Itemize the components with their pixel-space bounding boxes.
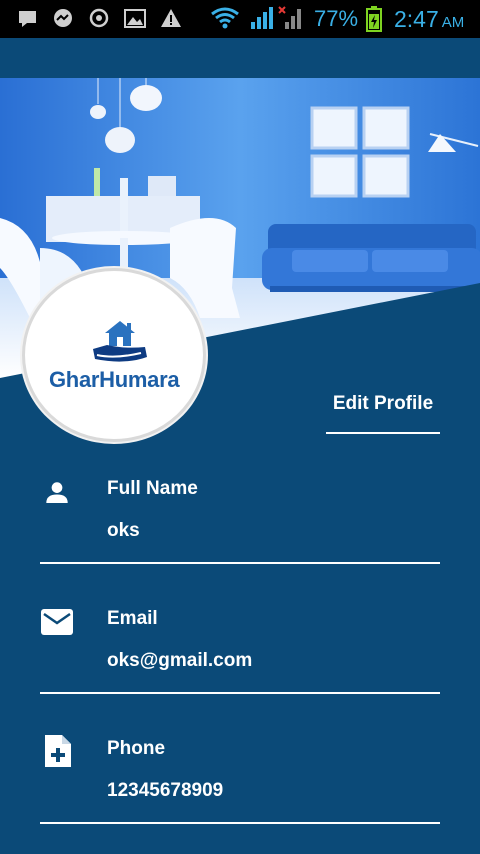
battery-percent: 77% [314, 6, 359, 31]
messenger-icon [54, 9, 72, 27]
wifi-icon [211, 7, 239, 29]
full-name-label: Full Name [107, 478, 198, 499]
profile-logo-avatar: GharHumara [22, 268, 206, 442]
battery-icon [366, 6, 382, 32]
full-name-field: Full Name oks [40, 478, 440, 564]
full-name-value: oks [107, 520, 140, 541]
signal-icon [251, 7, 273, 29]
chat-notification-icon [19, 11, 36, 27]
email-value: oks@gmail.com [107, 650, 253, 671]
email-label: Email [107, 608, 158, 629]
phone-value: 12345678909 [107, 780, 224, 801]
home-hand-logo-icon [93, 321, 147, 362]
add-document-icon [45, 735, 71, 767]
image-icon [124, 9, 146, 28]
warning-icon [161, 9, 181, 27]
phone-label: Phone [107, 738, 166, 759]
person-icon [46, 482, 68, 503]
signal-no-service-icon [278, 6, 301, 29]
logo-brand-text: GharHumara [49, 367, 180, 392]
email-field: Email oks@gmail.com [40, 608, 440, 694]
mail-icon [41, 609, 73, 635]
clock-ampm: AM [441, 14, 465, 31]
status-bar: 77% 2:47 AM [0, 0, 480, 38]
edit-profile-button[interactable]: Edit Profile [326, 390, 440, 434]
phone-field: Phone 12345678909 [40, 735, 440, 824]
app-bar [0, 38, 480, 78]
clock-time: 2:47 [394, 6, 439, 32]
whatsapp-icon [89, 8, 109, 28]
clock: 2:47 AM [394, 6, 464, 33]
